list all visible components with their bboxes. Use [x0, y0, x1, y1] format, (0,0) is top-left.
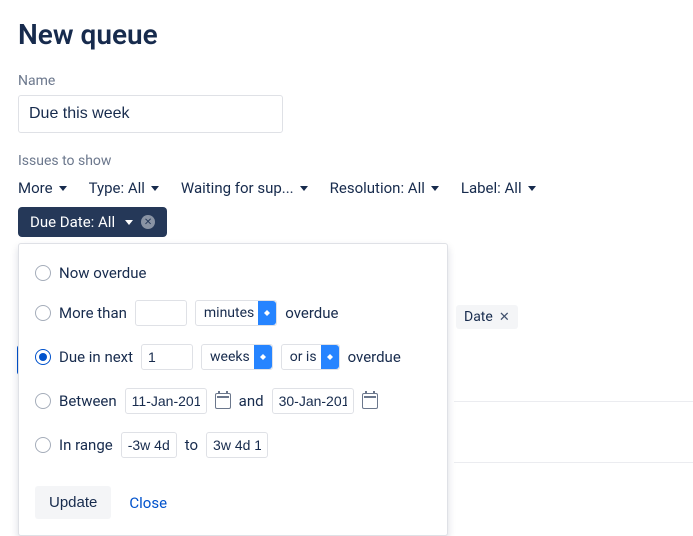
range-to-input[interactable]: [206, 432, 268, 458]
dropdown-footer: Update Close: [35, 486, 431, 519]
option-in-range-label: In range: [59, 436, 113, 454]
update-button[interactable]: Update: [35, 486, 111, 519]
more-than-value-input[interactable]: [135, 300, 187, 326]
close-icon[interactable]: ✕: [141, 215, 155, 229]
date-column-chip-label: Date: [464, 309, 493, 325]
chevron-down-icon: [431, 186, 439, 191]
chevron-down-icon: [125, 220, 133, 225]
chevron-down-icon: [59, 186, 67, 191]
due-in-next-unit-select[interactable]: weeks: [201, 344, 273, 370]
more-than-unit-select[interactable]: minutes: [195, 300, 277, 326]
option-now-overdue[interactable]: Now overdue: [35, 264, 431, 282]
radio-icon[interactable]: [35, 265, 51, 281]
page-title: New queue: [18, 18, 675, 51]
radio-icon[interactable]: [35, 349, 51, 365]
filter-resolution[interactable]: Resolution: All: [330, 179, 439, 197]
option-due-in-next[interactable]: Due in next weeks or is overdue: [35, 344, 431, 370]
close-link[interactable]: Close: [129, 494, 167, 512]
filter-more-label: More: [18, 179, 53, 197]
stepper-icon: [321, 345, 339, 369]
filter-type-label: Type: All: [89, 179, 145, 197]
between-to-input[interactable]: [272, 388, 354, 414]
close-icon[interactable]: ✕: [499, 310, 510, 325]
option-in-range[interactable]: In range to: [35, 432, 431, 458]
background-rows: [454, 401, 693, 461]
option-more-than-label: More than: [59, 304, 127, 322]
or-is-select[interactable]: or is: [281, 344, 340, 370]
radio-icon[interactable]: [35, 437, 51, 453]
stepper-icon: [254, 345, 272, 369]
overdue-suffix: overdue: [285, 304, 338, 322]
chevron-down-icon: [151, 186, 159, 191]
due-date-pill[interactable]: Due Date: All ✕: [18, 207, 167, 237]
to-label: to: [185, 436, 198, 454]
more-than-unit-label: minutes: [204, 305, 254, 321]
option-more-than[interactable]: More than minutes overdue: [35, 300, 431, 326]
option-between[interactable]: Between and: [35, 388, 431, 414]
radio-icon[interactable]: [35, 305, 51, 321]
name-label: Name: [18, 73, 675, 89]
issues-to-show-label: Issues to show: [18, 153, 675, 169]
chevron-down-icon: [528, 186, 536, 191]
option-now-overdue-label: Now overdue: [59, 264, 146, 282]
radio-icon[interactable]: [35, 393, 51, 409]
or-is-label: or is: [290, 349, 317, 365]
due-in-next-value-input[interactable]: [141, 344, 193, 370]
date-column-chip[interactable]: Date ✕: [456, 305, 518, 329]
filter-waiting[interactable]: Waiting for sup...: [181, 179, 308, 197]
between-from-input[interactable]: [125, 388, 207, 414]
overdue-suffix: overdue: [348, 348, 401, 366]
calendar-icon[interactable]: [215, 393, 231, 409]
due-date-pill-label: Due Date: All: [30, 213, 115, 231]
chevron-down-icon: [300, 186, 308, 191]
option-between-label: Between: [59, 392, 117, 410]
queue-name-input[interactable]: [18, 95, 283, 133]
active-filter-row: Due Date: All ✕: [18, 207, 675, 237]
option-due-in-next-label: Due in next: [59, 348, 133, 366]
filter-type[interactable]: Type: All: [89, 179, 159, 197]
range-from-input[interactable]: [121, 432, 177, 458]
filter-more[interactable]: More: [18, 179, 67, 197]
stepper-icon: [258, 301, 276, 325]
filter-row: More Type: All Waiting for sup... Resolu…: [18, 179, 675, 197]
calendar-icon[interactable]: [362, 393, 378, 409]
and-label: and: [239, 392, 264, 410]
due-in-next-unit-label: weeks: [210, 349, 250, 365]
filter-resolution-label: Resolution: All: [330, 179, 425, 197]
due-date-dropdown: Now overdue More than minutes overdue Du…: [18, 243, 448, 536]
filter-label[interactable]: Label: All: [461, 179, 536, 197]
filter-label-label: Label: All: [461, 179, 522, 197]
filter-waiting-label: Waiting for sup...: [181, 179, 294, 197]
